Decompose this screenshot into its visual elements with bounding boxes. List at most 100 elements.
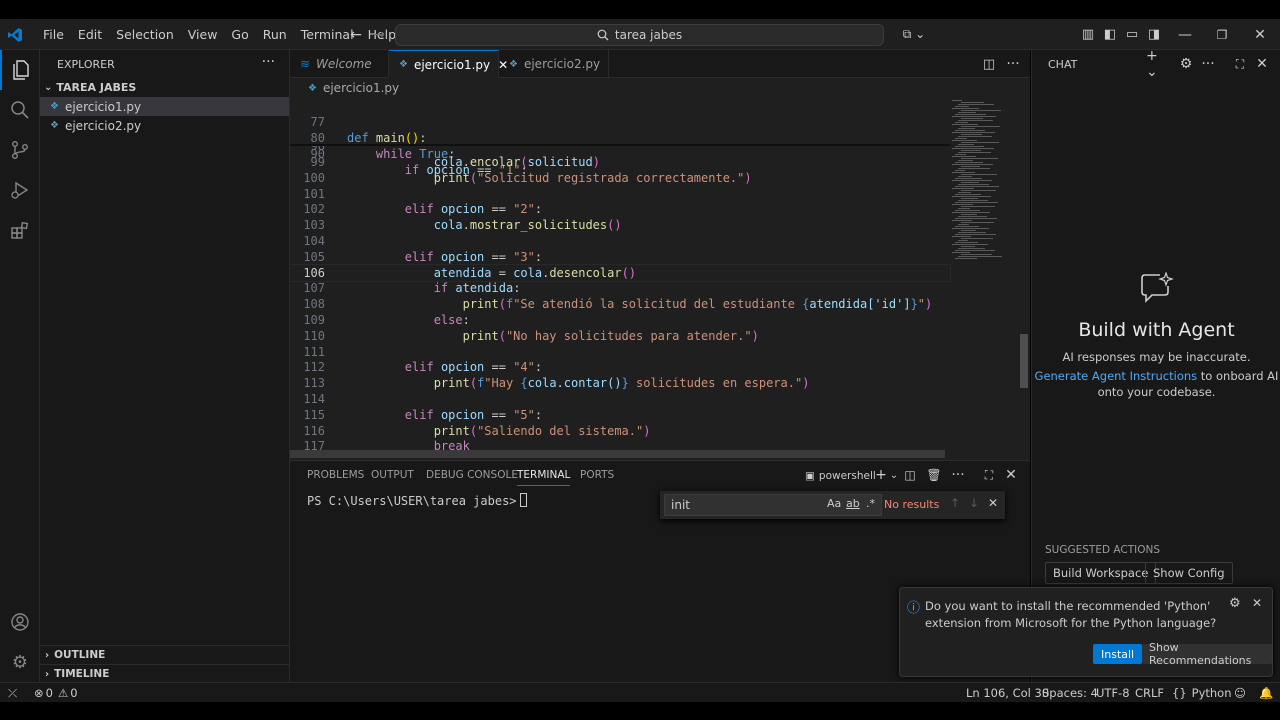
sticky-line[interactable]: 77 def main(): <box>290 98 950 145</box>
code-line[interactable]: 116 print("Saliendo del sistema.") <box>290 423 950 439</box>
split-editor-icon[interactable]: ◫ <box>980 50 998 78</box>
breadcrumb-file[interactable]: ejercicio1.py <box>323 81 399 95</box>
code-line[interactable]: 110 print("No hay solicitudes para atend… <box>290 328 950 344</box>
code-line[interactable]: 109 else: <box>290 312 950 328</box>
settings-gear-icon[interactable]: ⚙ <box>1229 596 1241 611</box>
terminal-output[interactable]: PS C:\Users\USER\tarea jabes> <box>307 493 527 508</box>
terminal-shell-selector[interactable]: ▣ powershell <box>805 466 876 486</box>
whole-word-toggle[interactable]: ab <box>846 497 860 510</box>
account-icon[interactable] <box>0 602 40 642</box>
menu-selection[interactable]: Selection <box>109 27 181 42</box>
generate-instructions-link[interactable]: Generate Agent Instructions <box>1035 369 1198 383</box>
language-mode[interactable]: {} Python <box>1172 683 1232 703</box>
panel-tab-problems[interactable]: PROBLEMS <box>307 469 364 481</box>
menu-file[interactable]: File <box>36 27 71 42</box>
close-icon[interactable]: ✕ <box>1251 19 1269 50</box>
source-control-icon[interactable] <box>0 130 40 170</box>
run-debug-icon[interactable] <box>0 170 40 210</box>
indentation[interactable]: Spaces: 4 <box>1042 683 1098 703</box>
restore-icon[interactable]: ❐ <box>1213 19 1231 50</box>
sticky-line[interactable]: 80 while True: <box>290 114 950 161</box>
more-actions-icon[interactable]: ··· <box>950 461 966 489</box>
regex-toggle[interactable]: .* <box>866 497 875 510</box>
code-line[interactable]: 113 print(f"Hay {cola.contar()} solicitu… <box>290 375 950 391</box>
more-actions-icon[interactable]: ··· <box>262 54 275 70</box>
code-line[interactable]: 115 elif opcion == "5": <box>290 407 950 423</box>
toggle-sidebar-icon[interactable]: ◧ <box>1102 19 1118 50</box>
copilot-status-icon[interactable]: ☺ <box>1234 683 1246 703</box>
code-line[interactable]: 101 <box>290 186 950 202</box>
timeline-section[interactable]: › TIMELINE <box>40 664 289 683</box>
settings-gear-icon[interactable]: ⚙ <box>0 642 40 682</box>
code-line[interactable]: 103 cola.mostrar_solicitudes() <box>290 217 950 233</box>
extensions-icon[interactable] <box>0 210 40 250</box>
forward-arrow-icon[interactable]: → <box>371 19 387 50</box>
code-line[interactable]: 108 print(f"Se atendió la solicitud del … <box>290 296 950 312</box>
show-config-button[interactable]: Show Config <box>1145 562 1233 584</box>
code-line[interactable]: 105 elif opcion == "3": <box>290 249 950 265</box>
close-notification-icon[interactable]: ✕ <box>1252 596 1262 610</box>
panel-tab-output[interactable]: OUTPUT <box>371 469 414 481</box>
menu-view[interactable]: View <box>181 27 225 42</box>
settings-gear-icon[interactable]: ⚙ <box>1178 50 1194 78</box>
files-icon[interactable] <box>0 50 40 90</box>
tab-ejercicio2[interactable]: ❖ ejercicio2.py <box>499 50 609 78</box>
build-workspace-button[interactable]: Build Workspace <box>1045 562 1157 584</box>
split-terminal-icon[interactable]: ◫ <box>903 461 917 489</box>
code-line[interactable]: 111 <box>290 344 950 360</box>
code-line[interactable]: 99 cola.encolar(solicitud) <box>290 154 950 170</box>
more-actions-icon[interactable]: ··· <box>1004 50 1022 78</box>
code-line[interactable]: 104 <box>290 233 950 249</box>
horizontal-scrollbar[interactable] <box>290 450 945 458</box>
back-arrow-icon[interactable]: ← <box>348 19 364 50</box>
code-line[interactable]: 114 <box>290 391 950 407</box>
new-chat-icon[interactable]: + ⌄ <box>1146 48 1166 80</box>
code-line[interactable]: 112 elif opcion == "4": <box>290 359 950 375</box>
cursor-position[interactable]: Ln 106, Col 30 <box>966 683 1049 703</box>
minimap[interactable] <box>948 98 1018 460</box>
end-of-line[interactable]: CRLF <box>1135 683 1164 703</box>
folder-row[interactable]: ⌄ TAREA JABES <box>40 78 289 97</box>
install-button[interactable]: Install <box>1093 644 1143 664</box>
problems-indicator[interactable]: ⊗ 0 ⚠ 0 <box>34 683 78 703</box>
menu-run[interactable]: Run <box>256 27 294 42</box>
add-terminal-icon[interactable]: + <box>874 461 888 489</box>
code-line[interactable]: 107 if atendida: <box>290 280 950 296</box>
customize-layout-icon[interactable]: ▥ <box>1080 19 1096 50</box>
panel-tab-debug-console[interactable]: DEBUG CONSOLE <box>426 469 518 481</box>
menu-edit[interactable]: Edit <box>71 27 109 42</box>
tab-welcome[interactable]: ≋ Welcome <box>290 50 389 78</box>
menu-go[interactable]: Go <box>224 27 255 42</box>
panel-tab-terminal[interactable]: TERMINAL <box>517 469 571 486</box>
encoding[interactable]: UTF-8 <box>1096 683 1130 703</box>
show-recommendations-button[interactable]: Show Recommendations <box>1142 641 1272 667</box>
maximize-icon[interactable]: ⛶ <box>1232 50 1248 78</box>
code-line[interactable]: 100 print("Solicitud registrada correcta… <box>290 170 950 186</box>
vertical-scrollbar[interactable] <box>1020 334 1028 388</box>
tab-ejercicio1[interactable]: ❖ ejercicio1.py ✕ <box>389 50 508 78</box>
trash-icon[interactable]: 🗑 <box>926 461 941 489</box>
remote-icon[interactable]: ⤫ <box>8 683 17 703</box>
file-row-ejercicio1[interactable]: ❖ ejercicio1.py <box>40 97 289 116</box>
outline-section[interactable]: › OUTLINE <box>40 645 289 664</box>
toggle-secondary-sidebar-icon[interactable]: ◨ <box>1146 19 1162 50</box>
close-panel-icon[interactable]: ✕ <box>1004 461 1018 489</box>
minimize-icon[interactable]: — <box>1176 19 1194 50</box>
toggle-panel-icon[interactable]: ▭ <box>1124 19 1140 50</box>
previous-match-icon[interactable]: ↑ <box>950 496 960 510</box>
copilot-icon[interactable]: ⧉ ⌄ <box>896 19 932 50</box>
code-editor[interactable]: 77 def main(): 80 while True: 90 if opci… <box>290 98 1030 460</box>
more-actions-icon[interactable]: ··· <box>1200 50 1216 78</box>
maximize-panel-icon[interactable]: ⛶ <box>982 461 996 489</box>
command-center[interactable]: tarea jabes <box>395 24 884 46</box>
match-case-toggle[interactable]: Aa <box>827 497 841 510</box>
notifications-bell-icon[interactable]: 🔔 <box>1259 683 1273 703</box>
chevron-down-icon[interactable]: ⌄ <box>889 461 899 489</box>
file-row-ejercicio2[interactable]: ❖ ejercicio2.py <box>40 116 289 135</box>
close-icon[interactable]: ✕ <box>1254 50 1270 78</box>
search-icon[interactable] <box>0 90 40 130</box>
code-line[interactable]: 106 atendida = cola.desencolar() <box>290 263 951 282</box>
next-match-icon[interactable]: ↓ <box>969 496 979 510</box>
code-line[interactable]: 102 elif opcion == "2": <box>290 201 950 217</box>
close-find-icon[interactable]: ✕ <box>988 496 998 510</box>
